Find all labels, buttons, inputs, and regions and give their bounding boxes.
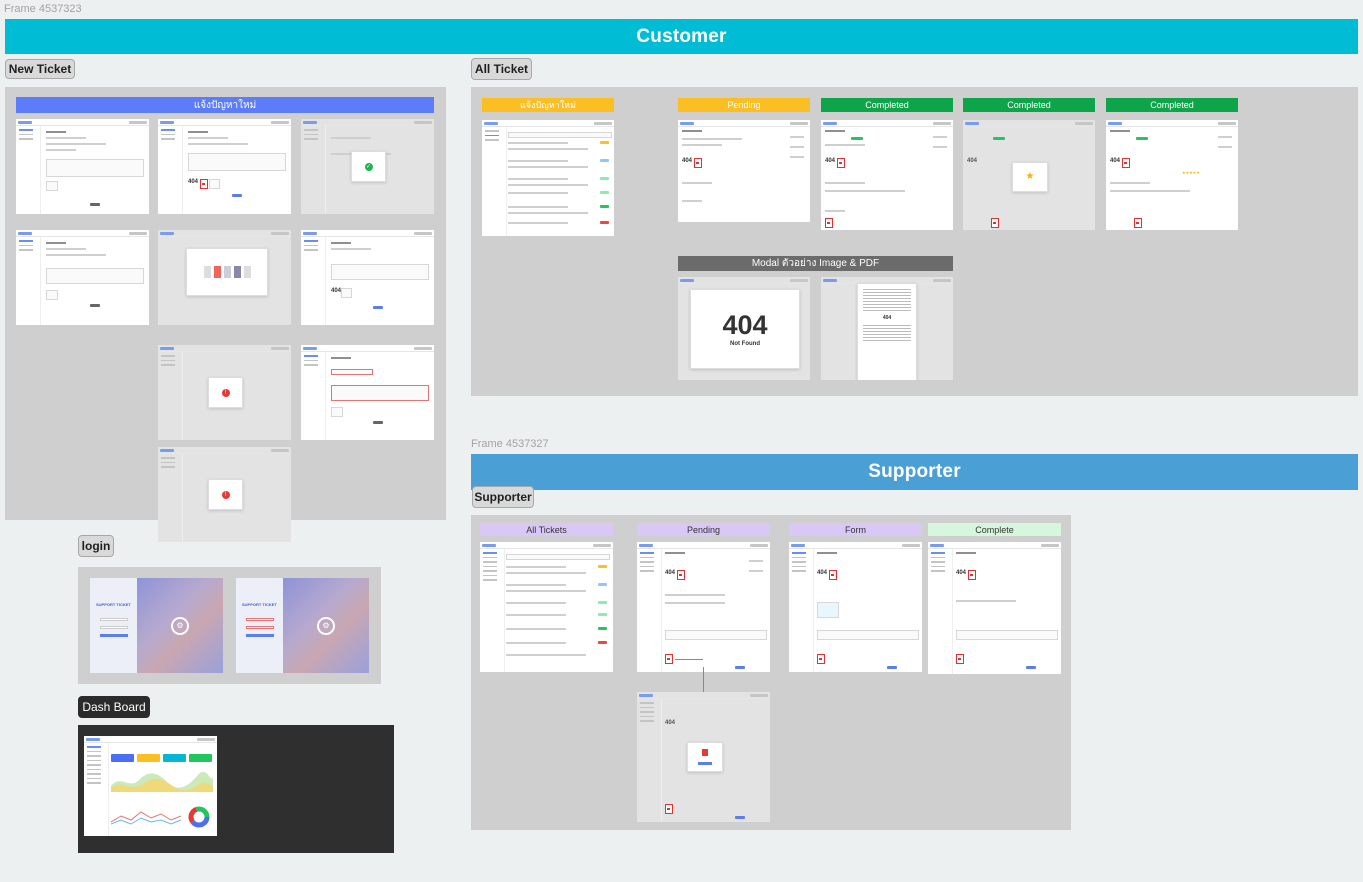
screen-login-error[interactable]: ⚙ SUPPORT TICKET bbox=[236, 578, 369, 673]
col-supporter-form: Form bbox=[789, 523, 922, 536]
screen-supporter-complete[interactable]: 404 bbox=[928, 542, 1061, 674]
col-all-ticket-completed-2: Completed bbox=[963, 98, 1095, 112]
frame-label-main: Frame 4537323 bbox=[4, 3, 82, 15]
screen-new-ticket-filled[interactable]: 404 bbox=[158, 119, 291, 214]
modal-example-header: Modal ตัวอย่าง Image & PDF bbox=[678, 256, 953, 271]
thumb-404: 404 bbox=[956, 570, 967, 576]
col-all-ticket-completed-1: Completed bbox=[821, 98, 953, 112]
donut-chart-thumb bbox=[188, 806, 210, 828]
thumb-404: 404 bbox=[967, 158, 978, 164]
thumb-404: 404 bbox=[665, 570, 676, 576]
screen-supporter-confirm-modal[interactable]: 404 bbox=[637, 692, 770, 822]
alert-circle-icon: ! bbox=[221, 388, 230, 397]
star-icon: ★ bbox=[1025, 171, 1035, 182]
col-all-ticket-pending: Pending bbox=[678, 98, 810, 112]
thumb-404: 404 bbox=[188, 179, 199, 185]
not-found-title: Not Found bbox=[730, 341, 760, 347]
supporter-banner: Supporter bbox=[471, 454, 1358, 490]
screen-supporter-pending[interactable]: 404 bbox=[637, 542, 770, 672]
thumb-404: 404 bbox=[825, 158, 836, 164]
screen-new-ticket-success[interactable]: ✓ bbox=[301, 119, 434, 214]
flow-connector bbox=[675, 659, 703, 660]
all-ticket-chip[interactable]: All Ticket bbox=[471, 58, 532, 80]
screen-new-ticket-form[interactable] bbox=[16, 119, 149, 214]
check-circle-icon: ✓ bbox=[364, 162, 373, 171]
screen-new-ticket-file-picker[interactable] bbox=[158, 230, 291, 325]
screen-new-ticket-validation[interactable] bbox=[301, 345, 434, 440]
screen-new-ticket-attached[interactable]: 404 bbox=[301, 230, 434, 325]
login-chip[interactable]: login bbox=[78, 535, 114, 557]
pdf-404: 404 bbox=[882, 315, 892, 321]
alert-circle-icon: ! bbox=[221, 490, 230, 499]
screen-new-ticket-error-2[interactable]: ! bbox=[158, 447, 291, 542]
screen-login[interactable]: ⚙ SUPPORT TICKET bbox=[90, 578, 223, 673]
screen-ticket-completed-rating[interactable]: 404 ★ bbox=[963, 120, 1095, 230]
customer-banner: Customer bbox=[5, 19, 1358, 54]
frame-label-supporter: Frame 4537327 bbox=[471, 438, 549, 450]
new-ticket-chip[interactable]: New Ticket bbox=[5, 59, 75, 79]
screen-new-ticket-step2[interactable] bbox=[16, 230, 149, 325]
screen-ticket-completed-3[interactable]: 404 ★★★★★ bbox=[1106, 120, 1238, 230]
new-ticket-header: แจ้งปัญหาใหม่ bbox=[16, 97, 434, 113]
flow-connector bbox=[703, 667, 704, 692]
star-icon: ★★★★★ bbox=[1182, 170, 1200, 175]
pdf-file-icon bbox=[702, 749, 708, 756]
thumb-404: 404 bbox=[665, 720, 676, 726]
not-found-code: 404 bbox=[722, 310, 768, 340]
col-supporter-all: All Tickets bbox=[480, 523, 613, 536]
area-chart-thumb bbox=[111, 771, 213, 792]
dashboard-chip[interactable]: Dash Board bbox=[78, 696, 150, 718]
screen-supporter-form[interactable]: 404 bbox=[789, 542, 922, 672]
thumb-404: 404 bbox=[331, 288, 342, 294]
login-brand: SUPPORT TICKET bbox=[242, 602, 277, 607]
screen-dashboard[interactable] bbox=[84, 736, 217, 836]
screen-ticket-list[interactable] bbox=[482, 120, 614, 236]
logo-icon: ⚙ bbox=[317, 616, 335, 635]
screen-supporter-list[interactable] bbox=[480, 542, 613, 672]
supporter-chip[interactable]: Supporter bbox=[472, 486, 534, 508]
col-supporter-pending: Pending bbox=[637, 523, 770, 536]
line-chart-thumb bbox=[111, 811, 181, 825]
thumb-404: 404 bbox=[682, 158, 693, 164]
thumb-404: 404 bbox=[817, 570, 828, 576]
screen-new-ticket-error[interactable]: ! bbox=[158, 345, 291, 440]
thumb-404: 404 bbox=[1110, 158, 1121, 164]
logo-icon: ⚙ bbox=[171, 616, 189, 635]
col-supporter-complete: Complete bbox=[928, 523, 1061, 536]
screen-ticket-completed-1[interactable]: 404 bbox=[821, 120, 953, 230]
col-all-ticket-completed-3: Completed bbox=[1106, 98, 1238, 112]
login-brand: SUPPORT TICKET bbox=[96, 602, 131, 607]
col-all-ticket-new: แจ้งปัญหาใหม่ bbox=[482, 98, 614, 112]
screen-ticket-pending[interactable]: 404 bbox=[678, 120, 810, 222]
screen-modal-image[interactable]: 404 Not Found bbox=[678, 277, 810, 380]
screen-modal-pdf[interactable]: 404 bbox=[821, 277, 953, 380]
